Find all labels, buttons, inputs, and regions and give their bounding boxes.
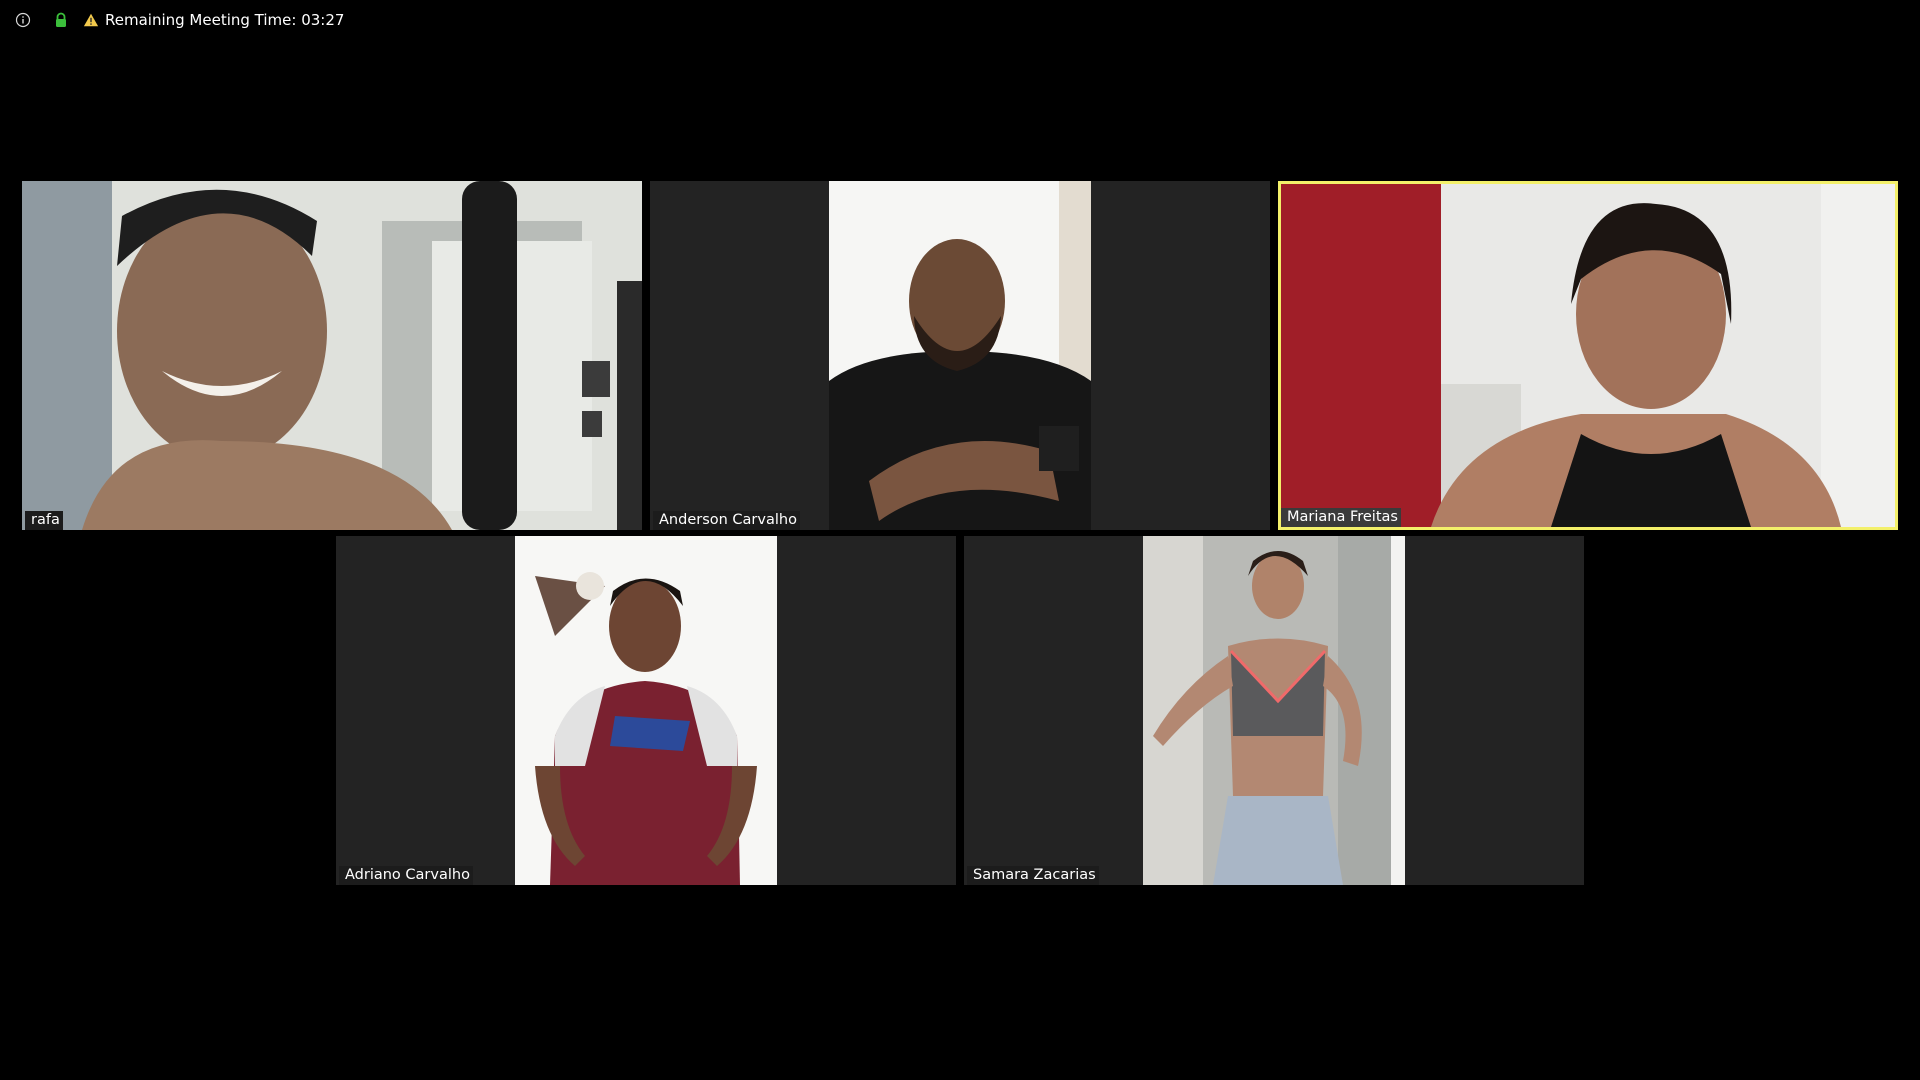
participant-name: Samara Zacarias [967,866,1099,885]
participant-video [1143,536,1405,885]
participant-video [1281,184,1895,527]
video-tile-samara-zacarias[interactable]: Samara Zacarias [964,536,1584,885]
remaining-time-label: Remaining Meeting Time: 03:27 [105,11,345,29]
participant-video [829,181,1091,530]
lock-icon[interactable] [53,12,69,28]
video-tile-anderson-carvalho[interactable]: Anderson Carvalho [650,181,1270,530]
participant-name: Anderson Carvalho [653,511,800,530]
participant-name: Mariana Freitas [1281,508,1401,527]
warning-icon [83,12,99,28]
participant-video [22,181,642,530]
meeting-topbar: Remaining Meeting Time: 03:27 [0,0,1920,40]
video-tile-rafa[interactable]: rafa [22,181,642,530]
participant-name: Adriano Carvalho [339,866,473,885]
video-tile-mariana-freitas[interactable]: Mariana Freitas [1278,181,1898,530]
video-tile-adriano-carvalho[interactable]: Adriano Carvalho [336,536,956,885]
participant-name: rafa [25,511,63,530]
participant-video [515,536,777,885]
info-icon[interactable] [15,12,31,28]
